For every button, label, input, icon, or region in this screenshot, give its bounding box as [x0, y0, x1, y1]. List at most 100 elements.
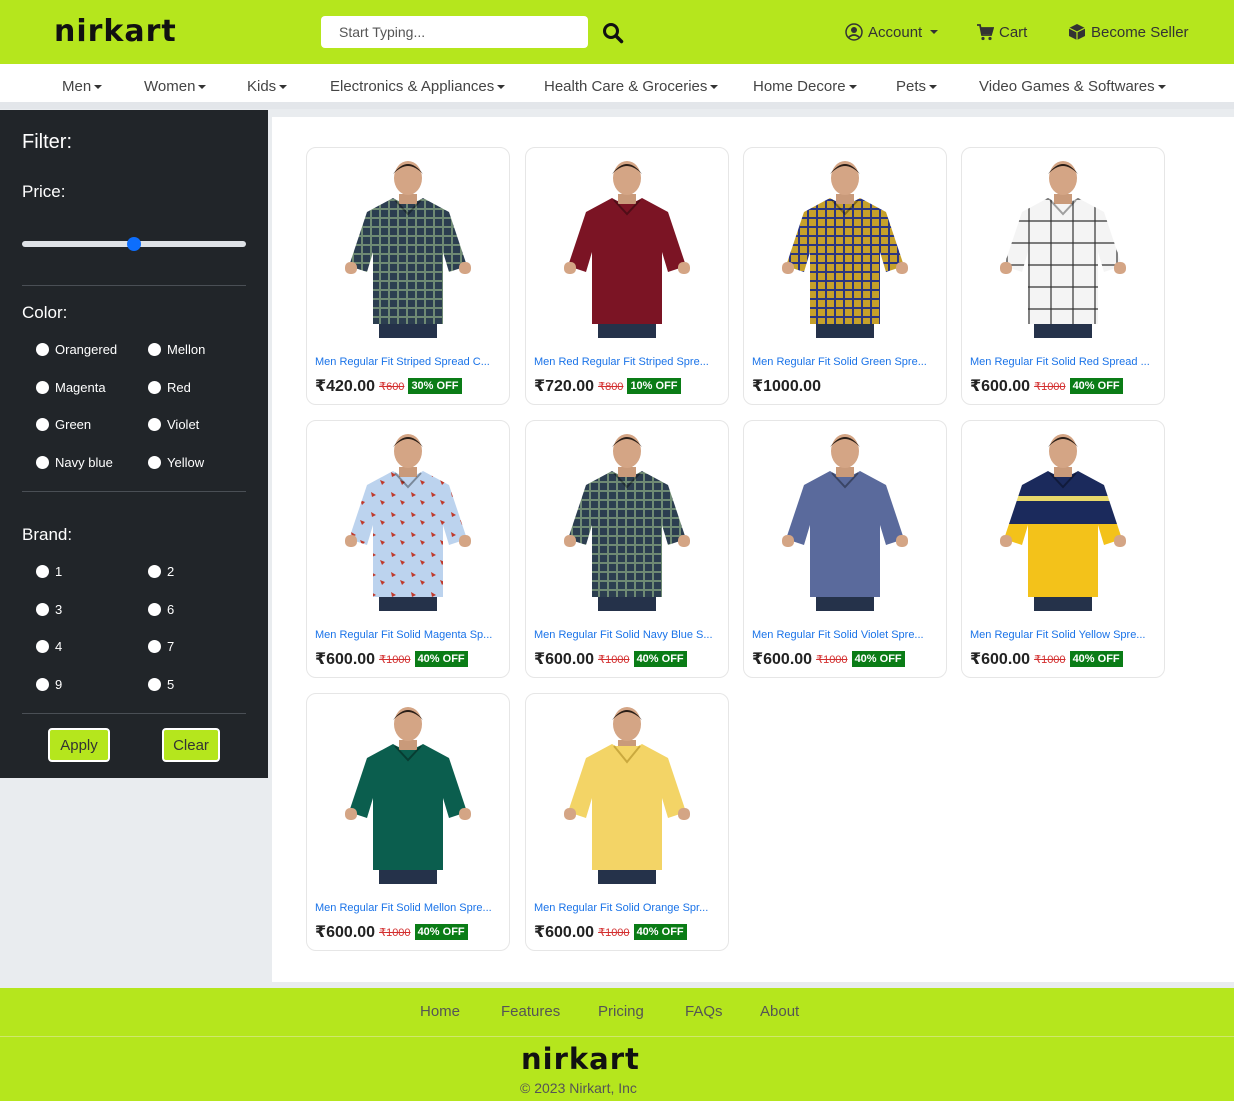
brand-option-7[interactable]: 7 — [148, 639, 174, 654]
brand-option-9[interactable]: 9 — [36, 677, 62, 692]
brand-option-1[interactable]: 1 — [36, 564, 62, 579]
product-image[interactable] — [962, 427, 1164, 611]
search-icon[interactable] — [600, 20, 626, 46]
category-women[interactable]: Women — [144, 78, 207, 95]
product-card[interactable]: Men Regular Fit Solid Violet Spre... ₹600… — [743, 420, 947, 678]
product-price-row: ₹600.00 ₹1000 40% OFF — [970, 376, 1123, 396]
footer-logo: nirkart — [521, 1042, 640, 1076]
product-image[interactable] — [307, 700, 509, 884]
product-card[interactable]: Men Regular Fit Striped Spread C... ₹420.… — [306, 147, 510, 405]
product-image[interactable] — [744, 427, 946, 611]
product-name[interactable]: Men Regular Fit Striped Spread C... — [315, 356, 505, 368]
brand-option-3[interactable]: 3 — [36, 602, 62, 617]
product-card[interactable]: Men Regular Fit Solid Navy Blue S... ₹600… — [525, 420, 729, 678]
color-option-red[interactable]: Red — [148, 380, 191, 395]
product-image[interactable] — [744, 154, 946, 338]
product-price-row: ₹600.00 ₹1000 40% OFF — [752, 649, 905, 669]
radio-button[interactable] — [148, 456, 161, 469]
category-electronics[interactable]: Electronics & Appliances — [330, 78, 506, 95]
product-card[interactable]: Men Regular Fit Solid Yellow Spre... ₹600… — [961, 420, 1165, 678]
product-image[interactable] — [526, 154, 728, 338]
category-health-care[interactable]: Health Care & Groceries — [544, 78, 719, 95]
footer-link-about[interactable]: About — [760, 1003, 799, 1020]
product-card[interactable]: Men Regular Fit Solid Orange Spr... ₹600.… — [525, 693, 729, 951]
brand-logo[interactable]: nirkart — [54, 14, 177, 49]
become-seller-link[interactable]: Become Seller — [1068, 20, 1189, 44]
radio-button[interactable] — [148, 418, 161, 431]
chevron-down-icon — [929, 84, 938, 89]
product-name[interactable]: Men Regular Fit Solid Green Spre... — [752, 356, 942, 368]
color-option-violet[interactable]: Violet — [148, 417, 199, 432]
product-image[interactable] — [526, 700, 728, 884]
product-image[interactable] — [307, 427, 509, 611]
product-name[interactable]: Men Regular Fit Solid Violet Spre... — [752, 629, 942, 641]
product-card[interactable]: Men Regular Fit Solid Mellon Spre... ₹600… — [306, 693, 510, 951]
clear-button[interactable]: Clear — [162, 728, 220, 762]
color-option-magenta[interactable]: Magenta — [36, 380, 106, 395]
chevron-down-icon — [848, 84, 857, 89]
brand-option-5[interactable]: 5 — [148, 677, 174, 692]
product-name[interactable]: Men Red Regular Fit Striped Spre... — [534, 356, 724, 368]
category-men[interactable]: Men — [62, 78, 103, 95]
product-price: ₹600.00 — [970, 378, 1031, 395]
product-image[interactable] — [307, 154, 509, 338]
discount-badge: 40% OFF — [633, 924, 687, 940]
product-name[interactable]: Men Regular Fit Solid Red Spread ... — [970, 356, 1160, 368]
radio-button[interactable] — [36, 565, 49, 578]
footer-link-pricing[interactable]: Pricing — [598, 1003, 644, 1020]
color-option-green[interactable]: Green — [36, 417, 91, 432]
radio-button[interactable] — [36, 456, 49, 469]
product-image[interactable] — [962, 154, 1164, 338]
category-kids[interactable]: Kids — [247, 78, 288, 95]
category-video-games[interactable]: Video Games & Softwares — [979, 78, 1166, 95]
footer-link-faqs[interactable]: FAQs — [685, 1003, 723, 1020]
product-card[interactable]: Men Red Regular Fit Striped Spre... ₹720.… — [525, 147, 729, 405]
product-card[interactable]: Men Regular Fit Solid Magenta Sp... ₹600.… — [306, 420, 510, 678]
product-name[interactable]: Men Regular Fit Solid Yellow Spre... — [970, 629, 1160, 641]
radio-button[interactable] — [36, 603, 49, 616]
account-menu[interactable]: Account — [845, 20, 939, 44]
copyright: © 2023 Nirkart, Inc — [520, 1080, 637, 1096]
radio-button[interactable] — [36, 343, 49, 356]
product-price-row: ₹1000.00 — [752, 376, 821, 396]
radio-button[interactable] — [36, 678, 49, 691]
category-home-decore[interactable]: Home Decore — [753, 78, 857, 95]
price-slider-handle[interactable] — [127, 237, 141, 251]
discount-badge: 30% OFF — [408, 378, 462, 394]
color-option-orangered[interactable]: Orangered — [36, 342, 117, 357]
radio-button[interactable] — [36, 418, 49, 431]
radio-button[interactable] — [148, 381, 161, 394]
product-mrp: ₹1000 — [598, 653, 630, 666]
product-price: ₹600.00 — [315, 651, 376, 668]
footer-link-features[interactable]: Features — [501, 1003, 560, 1020]
product-name[interactable]: Men Regular Fit Solid Orange Spr... — [534, 902, 724, 914]
product-name[interactable]: Men Regular Fit Solid Mellon Spre... — [315, 902, 505, 914]
radio-button[interactable] — [148, 640, 161, 653]
divider — [22, 713, 246, 714]
product-price: ₹600.00 — [534, 924, 595, 941]
color-option-navy-blue[interactable]: Navy blue — [36, 455, 113, 470]
category-pets[interactable]: Pets — [896, 78, 938, 95]
radio-button[interactable] — [148, 678, 161, 691]
product-card[interactable]: Men Regular Fit Solid Green Spre... ₹1000… — [743, 147, 947, 405]
radio-button[interactable] — [148, 565, 161, 578]
product-card[interactable]: Men Regular Fit Solid Red Spread ... ₹600… — [961, 147, 1165, 405]
color-option-mellon[interactable]: Mellon — [148, 342, 205, 357]
radio-button[interactable] — [36, 640, 49, 653]
brand-option-4[interactable]: 4 — [36, 639, 62, 654]
product-grid-panel: Men Regular Fit Striped Spread C... ₹420.… — [272, 117, 1234, 982]
radio-button[interactable] — [148, 603, 161, 616]
search-input[interactable] — [321, 16, 588, 48]
footer-link-home[interactable]: Home — [420, 1003, 460, 1020]
radio-button[interactable] — [36, 381, 49, 394]
color-option-yellow[interactable]: Yellow — [148, 455, 204, 470]
product-name[interactable]: Men Regular Fit Solid Navy Blue S... — [534, 629, 724, 641]
product-image[interactable] — [526, 427, 728, 611]
cart-link[interactable]: Cart — [976, 20, 1027, 44]
brand-option-6[interactable]: 6 — [148, 602, 174, 617]
brand-option-2[interactable]: 2 — [148, 564, 174, 579]
price-slider[interactable] — [22, 237, 246, 251]
radio-button[interactable] — [148, 343, 161, 356]
apply-button[interactable]: Apply — [48, 728, 110, 762]
product-name[interactable]: Men Regular Fit Solid Magenta Sp... — [315, 629, 505, 641]
